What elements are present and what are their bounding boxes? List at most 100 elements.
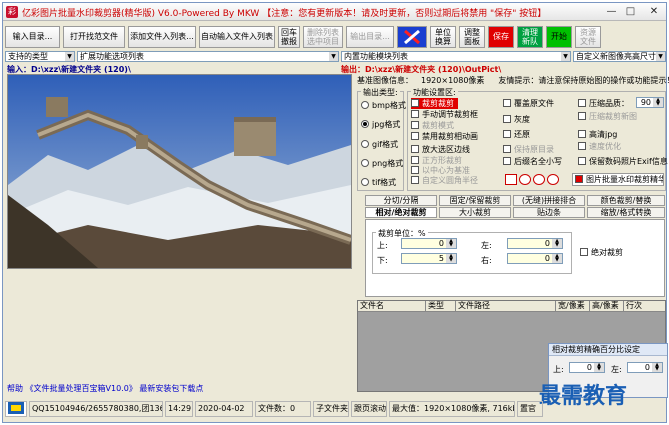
- ext-option-select[interactable]: 扩展功能选项列表 ▼: [77, 51, 339, 62]
- status-bar: QQ15104946/2655780380,团1364100T723 14:29…: [3, 401, 666, 419]
- spinner-icon: ▲ ▼: [594, 363, 604, 372]
- tab-color-crop[interactable]: 颜色裁剪/替换: [587, 195, 665, 206]
- promo-link[interactable]: 帮助 《文件批量处理百宝箱V10.0》 最新安装包下载点: [7, 383, 203, 394]
- enlarge-border-option[interactable]: 放大选区边线: [411, 144, 470, 155]
- unit-convert-button[interactable]: 单位 换算: [430, 26, 456, 48]
- app-icon: 彩: [6, 6, 18, 18]
- tab-fixed-crop[interactable]: 固定/保留裁剪: [439, 195, 511, 206]
- image-preview: [7, 74, 352, 269]
- tab-panel: 裁剪单位：% 上: 0 ▲ ▼ 下: 5 ▲ ▼ 左: 0 ▲ ▼ 右: 0 ▲ ▼ 绝对裁剪: [365, 219, 665, 297]
- crop-unit-group: 裁剪单位：% 上: 0 ▲ ▼ 下: 5 ▲ ▼ 左: 0 ▲ ▼ 右: 0 ▲ ▼: [372, 228, 572, 274]
- crop-option[interactable]: 裁剪裁剪: [411, 98, 458, 109]
- output-dir-button[interactable]: 输出目录...: [346, 26, 394, 48]
- format-bmp[interactable]: bmp格式: [361, 100, 406, 111]
- keep-dir-option[interactable]: 保持原目录: [503, 144, 554, 155]
- crop-top-label: 上:: [377, 241, 388, 250]
- crop-left-label: 左:: [481, 241, 492, 250]
- shape-buttons: [505, 174, 565, 186]
- dialog-top-input[interactable]: 0 ▲ ▼: [569, 362, 605, 373]
- format-gif[interactable]: gif格式: [361, 139, 398, 150]
- absolute-crop-option[interactable]: 绝对裁剪: [580, 247, 623, 258]
- start-button[interactable]: 开始: [546, 26, 572, 48]
- status-reset[interactable]: 置官: [517, 401, 543, 417]
- file-list-header: 文件名 类型 文件路径 宽/像素 高/像素 行次: [358, 301, 665, 312]
- window-title: 亿彩图片批量水印裁剪器(精华版) V6.0-Powered By MKW 【注意…: [22, 9, 547, 19]
- crop-top-input[interactable]: 0 ▲ ▼: [401, 238, 457, 249]
- tab-size-crop[interactable]: 大小裁剪: [439, 207, 511, 218]
- grayscale-option[interactable]: 灰度: [503, 114, 530, 125]
- disable-anim-option[interactable]: 禁用裁剪相动画: [411, 131, 478, 142]
- output-format-group: 输出类型: bmp格式 jpg格式 gif格式 png格式 tif格式: [357, 87, 406, 191]
- quality-input[interactable]: 90 ▲ ▼: [636, 97, 664, 108]
- output-format-title: 输出类型:: [361, 87, 400, 98]
- spinner-icon: ▲ ▼: [653, 98, 663, 107]
- title-bar: 彩 亿彩图片批量水印裁剪器(精华版) V6.0-Powered By MKW 【…: [3, 3, 666, 21]
- restore-option[interactable]: 还原: [503, 129, 530, 140]
- status-trace[interactable]: 跟页滚动: [351, 401, 387, 417]
- square-shape-button[interactable]: [505, 174, 517, 185]
- format-jpg[interactable]: jpg格式: [361, 119, 400, 130]
- overwrite-option[interactable]: 覆盖原文件: [503, 98, 554, 109]
- circle-shape-button-2[interactable]: [533, 174, 545, 185]
- radius-option[interactable]: 自定义圆角半径: [411, 175, 478, 186]
- col-index[interactable]: 行次: [624, 301, 665, 312]
- settings-icon-button[interactable]: [397, 26, 427, 48]
- app-logo-icon: [5, 401, 27, 417]
- circle-shape-button[interactable]: [519, 174, 531, 185]
- content-select[interactable]: 内置功能模块列表 ▼: [341, 51, 571, 62]
- col-width[interactable]: 宽/像素: [556, 301, 590, 312]
- save-button[interactable]: 保存: [488, 26, 514, 48]
- col-type[interactable]: 类型: [426, 301, 456, 312]
- exif-option[interactable]: 保留数码照片Exif信息: [578, 156, 668, 167]
- close-button[interactable]: ✕: [643, 5, 665, 19]
- open-files-button[interactable]: 打开找范文件: [63, 26, 125, 48]
- col-path[interactable]: 文件路径: [456, 301, 556, 312]
- tab-border[interactable]: 贴边条: [513, 207, 585, 218]
- revert-button[interactable]: 回车 撤报: [278, 26, 300, 48]
- tab-resize[interactable]: 缩放/格式转换: [587, 207, 665, 218]
- crop-mode-option[interactable]: 裁剪模式: [411, 120, 454, 131]
- custom-size-select[interactable]: 自定义新图像亮高尺寸 ▼: [573, 51, 666, 62]
- dialog-left-input[interactable]: 0 ▲ ▼: [627, 362, 663, 373]
- add-files-button[interactable]: 添加文件入列表...: [128, 26, 196, 48]
- status-max-info: 最大值：1920×1080像素, 716kb: [389, 401, 515, 417]
- col-height[interactable]: 高/像素: [590, 301, 624, 312]
- delete-selected-button[interactable]: 删除列表 选中项目: [303, 26, 343, 48]
- speed-opt-option[interactable]: 速度优化: [578, 141, 621, 152]
- crop-right-input[interactable]: 0 ▲ ▼: [507, 253, 563, 264]
- hd-jpg-option[interactable]: 高清jpg: [578, 129, 617, 140]
- auto-input-button[interactable]: 自动输入文件入列表: [199, 26, 275, 48]
- format-png[interactable]: png格式: [361, 158, 403, 169]
- format-tif[interactable]: tif格式: [361, 177, 396, 188]
- tab-seamless[interactable]: (无缝)拼接排合: [513, 195, 585, 206]
- quality-option[interactable]: 压缩品质：: [578, 98, 629, 109]
- clear-button[interactable]: 清理 新队: [517, 26, 543, 48]
- circle-shape-button-3[interactable]: [547, 174, 559, 185]
- dialog-top-label: 上:: [553, 365, 564, 374]
- type-select[interactable]: 支持的类型 ▼: [5, 51, 75, 62]
- manual-crop-option[interactable]: 手动调节裁剪框: [411, 109, 478, 120]
- maximize-button[interactable]: □: [622, 5, 639, 19]
- input-dir-button[interactable]: 输入目录...: [5, 26, 60, 48]
- tools-icon: [404, 29, 420, 45]
- tab-relative-crop[interactable]: 相对/绝对裁剪: [365, 207, 437, 218]
- base-info: 基准图像信息： 1920×1080像素 友情提示：请注意保持原始图的操作或功能提示！: [357, 76, 669, 85]
- spinner-icon: ▲ ▼: [652, 363, 662, 372]
- status-subfolder[interactable]: 子文件夹: [313, 401, 349, 417]
- spinner-icon: ▲ ▼: [446, 254, 456, 263]
- adjust-panel-button[interactable]: 调整 面板: [459, 26, 485, 48]
- chevron-down-icon: ▼: [656, 52, 665, 61]
- lowercase-ext-option[interactable]: 后缀名全小写: [503, 156, 562, 167]
- crop-bottom-input[interactable]: 5 ▲ ▼: [401, 253, 457, 264]
- minimize-button[interactable]: —: [603, 5, 620, 19]
- tab-split[interactable]: 分切/分隔: [365, 195, 437, 206]
- status-time: 14:29: [165, 401, 193, 417]
- crop-left-input[interactable]: 0 ▲ ▼: [507, 238, 563, 249]
- dialog-title: 相对裁剪精确百分比设定: [549, 344, 667, 356]
- watermark-banner: 图片批量水印裁剪精华版V6: [572, 173, 664, 186]
- crop-bottom-label: 下:: [377, 256, 388, 265]
- resource-button[interactable]: 资源 文件: [575, 26, 601, 48]
- compress-new-option[interactable]: 压缩裁剪新图: [578, 111, 637, 122]
- app-window: 彩 亿彩图片批量水印裁剪器(精华版) V6.0-Powered By MKW 【…: [2, 2, 669, 423]
- col-filename[interactable]: 文件名: [358, 301, 426, 312]
